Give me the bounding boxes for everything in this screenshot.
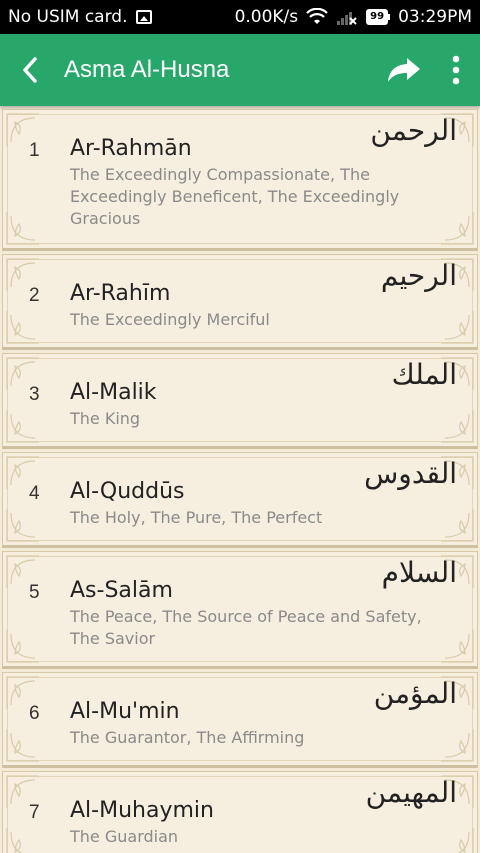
- image-notification-icon: [135, 10, 152, 24]
- corner-ornament-icon: [6, 311, 39, 344]
- name-transliteration: Ar-Rahmān: [70, 136, 192, 161]
- list-item[interactable]: 3 Al-Malik The King الملك: [2, 353, 478, 449]
- name-transliteration: Al-Mu'min: [70, 699, 180, 724]
- name-transliteration: Al-Muhaymin: [70, 798, 214, 823]
- battery-icon: 99: [366, 9, 391, 25]
- corner-ornament-icon: [441, 630, 474, 663]
- app-title: Asma Al-Husna: [64, 56, 230, 83]
- list-item[interactable]: 7 Al-Muhaymin The Guardian المهيمن: [2, 771, 478, 853]
- corner-ornament-icon: [441, 729, 474, 762]
- name-transliteration: Ar-Rahīm: [70, 281, 171, 306]
- name-number: 4: [29, 483, 40, 504]
- name-number: 3: [29, 384, 40, 405]
- name-transliteration: Al-Malik: [70, 380, 157, 405]
- name-arabic: القدوس: [364, 457, 457, 490]
- name-number: 6: [29, 703, 40, 724]
- name-meaning: The Peace, The Source of Peace and Safet…: [70, 607, 422, 648]
- share-icon: [388, 58, 420, 82]
- name-number: 5: [29, 582, 40, 603]
- name-number: 2: [29, 285, 40, 306]
- corner-ornament-icon: [6, 729, 39, 762]
- corner-ornament-icon: [6, 212, 39, 245]
- name-arabic: الرحيم: [380, 259, 457, 292]
- list-item[interactable]: 6 Al-Mu'min The Guarantor, The Affirming…: [2, 672, 478, 768]
- name-arabic: الرحمن: [370, 114, 457, 147]
- name-meaning: The Guardian: [70, 827, 179, 846]
- overflow-menu-icon: [452, 55, 460, 85]
- name-meaning: The Guarantor, The Affirming: [70, 728, 305, 747]
- corner-ornament-icon: [441, 509, 474, 542]
- corner-ornament-icon: [441, 212, 474, 245]
- corner-ornament-icon: [441, 828, 474, 853]
- name-meaning: The King: [70, 409, 141, 428]
- name-transliteration: As-Salām: [70, 578, 173, 603]
- share-button[interactable]: [376, 34, 432, 106]
- name-arabic: المؤمن: [373, 677, 457, 710]
- wifi-icon: [306, 8, 328, 24]
- corner-ornament-icon: [441, 311, 474, 344]
- back-arrow-icon: [23, 57, 37, 83]
- corner-ornament-icon: [6, 509, 39, 542]
- carrier-text: No USIM card.: [8, 7, 128, 27]
- network-speed: 0.00K/s: [234, 7, 299, 27]
- list-item[interactable]: 1 Ar-Rahmān The Exceedingly Compassionat…: [2, 109, 478, 251]
- name-meaning: The Exceedingly Compassionate, The Excee…: [70, 165, 400, 228]
- corner-ornament-icon: [6, 410, 39, 443]
- status-bar: No USIM card. 0.00K/s 99 03:29PM: [0, 0, 480, 34]
- name-arabic: المهيمن: [365, 776, 457, 809]
- overflow-menu-button[interactable]: [432, 34, 480, 106]
- back-button[interactable]: [0, 34, 60, 106]
- name-meaning: The Holy, The Pure, The Perfect: [70, 508, 323, 527]
- name-arabic: الملك: [391, 358, 457, 391]
- clock: 03:29PM: [398, 7, 472, 27]
- list-item[interactable]: 4 Al-Quddūs The Holy, The Pure, The Perf…: [2, 452, 478, 548]
- list-item[interactable]: 5 As-Salām The Peace, The Source of Peac…: [2, 551, 478, 669]
- corner-ornament-icon: [6, 828, 39, 853]
- name-transliteration: Al-Quddūs: [70, 479, 185, 504]
- name-arabic: السلام: [381, 556, 457, 589]
- names-list: 1 Ar-Rahmān The Exceedingly Compassionat…: [0, 106, 480, 853]
- corner-ornament-icon: [6, 630, 39, 663]
- name-meaning: The Exceedingly Merciful: [70, 310, 270, 329]
- name-number: 7: [29, 802, 40, 823]
- signal-no-sim-icon: [337, 12, 357, 25]
- corner-ornament-icon: [441, 410, 474, 443]
- name-number: 1: [29, 140, 40, 161]
- app-bar: Asma Al-Husna: [0, 34, 480, 106]
- list-item[interactable]: 2 Ar-Rahīm The Exceedingly Merciful الرح…: [2, 254, 478, 350]
